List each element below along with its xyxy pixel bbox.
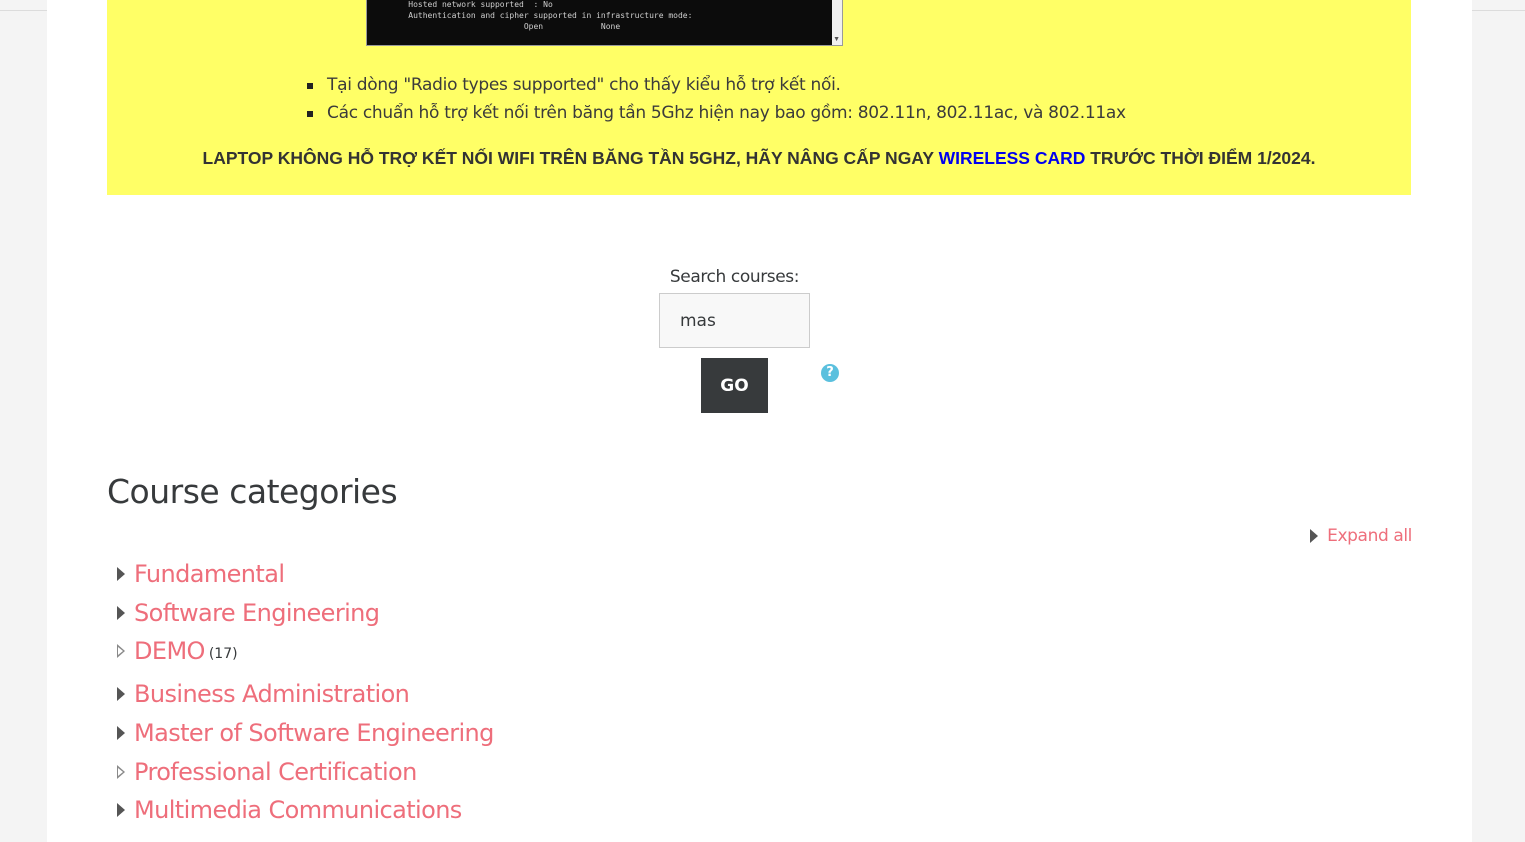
expand-all-label: Expand all (1327, 526, 1412, 546)
collapsed-arrow-icon[interactable] (117, 567, 125, 581)
expandable-arrow-icon[interactable] (117, 765, 125, 779)
category-item[interactable]: DEMO (17) (117, 637, 238, 665)
upgrade-warning: LAPTOP KHÔNG HỖ TRỢ KẾT NỐI WIFI TRÊN BĂ… (107, 148, 1411, 169)
expand-all-link[interactable]: Expand all (1310, 526, 1412, 546)
category-link[interactable]: Fundamental (134, 560, 285, 588)
category-item[interactable]: Master of Software Engineering (117, 719, 494, 747)
scroll-down-icon: ▼ (833, 36, 840, 43)
search-courses-label: Search courses: (669, 267, 800, 287)
terminal-screenshot: Hosted network supported : No Authentica… (366, 0, 843, 46)
expandable-arrow-icon[interactable] (117, 644, 125, 658)
warning-text-end: TRƯỚC THỜI ĐIỂM 1/2024. (1085, 148, 1316, 168)
collapsed-arrow-icon[interactable] (117, 726, 125, 740)
course-count: (17) (208, 646, 238, 662)
category-item[interactable]: Software Engineering (117, 599, 380, 627)
terminal-line: Hosted network supported : No (389, 0, 553, 9)
go-button[interactable]: GO (701, 358, 768, 413)
terminal-scrollbar: ▼ (832, 0, 842, 45)
list-item: Các chuẩn hỗ trợ kết nối trên băng tần 5… (307, 102, 1126, 130)
category-item[interactable]: Business Administration (117, 680, 410, 708)
wifi-notice-box: Hosted network supported : No Authentica… (107, 0, 1411, 195)
terminal-line: Authentication and cipher supported in i… (389, 11, 693, 20)
terminal-line: Open None (389, 22, 621, 31)
wireless-card-link[interactable]: WIRELESS CARD (939, 148, 1086, 168)
page-title: Course categories (107, 472, 398, 511)
search-courses-input[interactable] (659, 293, 810, 348)
collapsed-arrow-icon[interactable] (117, 606, 125, 620)
category-link[interactable]: Multimedia Communications (134, 796, 462, 824)
category-link[interactable]: Master of Software Engineering (134, 719, 494, 747)
category-link[interactable]: DEMO (134, 637, 205, 665)
category-link[interactable]: Professional Certification (134, 758, 417, 786)
list-item: Tại dòng "Radio types supported" cho thấ… (307, 74, 1126, 102)
category-item[interactable]: Multimedia Communications (117, 796, 462, 824)
category-link[interactable]: Business Administration (134, 680, 410, 708)
page-content: Hosted network supported : No Authentica… (47, 0, 1472, 842)
warning-text: LAPTOP KHÔNG HỖ TRỢ KẾT NỐI WIFI TRÊN BĂ… (202, 148, 939, 168)
category-item[interactable]: Fundamental (117, 560, 285, 588)
collapsed-arrow-icon[interactable] (117, 803, 125, 817)
collapsed-arrow-icon[interactable] (117, 687, 125, 701)
help-icon[interactable]: ? (821, 364, 839, 382)
collapsed-arrow-icon (1310, 529, 1319, 543)
category-item[interactable]: Professional Certification (117, 758, 417, 786)
category-link[interactable]: Software Engineering (134, 599, 380, 627)
notice-bullet-list: Tại dòng "Radio types supported" cho thấ… (307, 74, 1126, 130)
